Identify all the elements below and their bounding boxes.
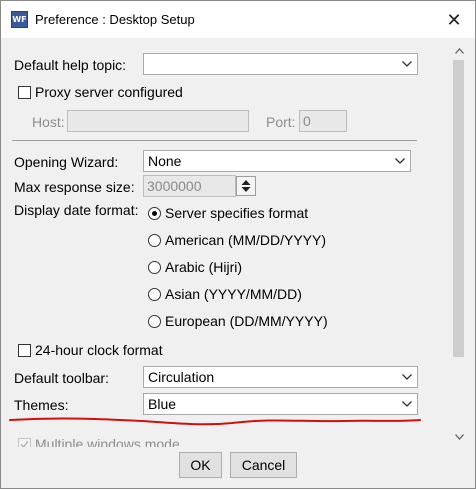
scrollbar-thumb[interactable] bbox=[453, 60, 464, 357]
red-underline-annotation bbox=[9, 417, 421, 426]
opening-wizard-value: None bbox=[148, 153, 182, 169]
port-value: 0 bbox=[303, 113, 311, 129]
host-label: Host: bbox=[32, 114, 65, 130]
display-date-format-label: Display date format: bbox=[14, 202, 139, 218]
max-response-size-value: 3000000 bbox=[147, 178, 202, 194]
radio-server-format[interactable] bbox=[148, 207, 161, 220]
radio-label-american: American (MM/DD/YYYY) bbox=[165, 232, 327, 248]
themes-label: Themes: bbox=[14, 397, 69, 413]
app-icon: WF bbox=[11, 11, 28, 28]
chevron-down-icon bbox=[397, 394, 417, 414]
default-help-topic-label: Default help topic: bbox=[14, 57, 127, 73]
close-icon[interactable]: ✕ bbox=[439, 5, 469, 35]
opening-wizard-dropdown[interactable]: None bbox=[143, 150, 411, 172]
radio-american[interactable] bbox=[148, 234, 161, 247]
themes-value: Blue bbox=[148, 396, 177, 412]
chevron-down-icon bbox=[397, 54, 417, 74]
preference-dialog: WF Preference : Desktop Setup ✕ Default … bbox=[0, 0, 476, 489]
radio-label-server-format: Server specifies format bbox=[165, 205, 309, 221]
port-label: Port: bbox=[266, 114, 296, 130]
host-input[interactable] bbox=[67, 110, 249, 132]
radio-label-european: European (DD/MM/YYYY) bbox=[165, 313, 328, 329]
radio-label-asian: Asian (YYYY/MM/DD) bbox=[165, 286, 302, 302]
vertical-scrollbar[interactable] bbox=[451, 40, 468, 447]
default-help-topic-dropdown[interactable] bbox=[143, 53, 418, 75]
multiple-windows-label: Multiple windows mode bbox=[35, 436, 180, 447]
chevron-down-icon bbox=[390, 151, 410, 171]
chevron-down-icon bbox=[397, 367, 417, 387]
radio-arabic[interactable] bbox=[148, 261, 161, 274]
radio-european[interactable] bbox=[148, 315, 161, 328]
default-toolbar-label: Default toolbar: bbox=[14, 370, 109, 386]
multiple-windows-checkbox[interactable] bbox=[18, 438, 31, 447]
port-input[interactable]: 0 bbox=[299, 110, 347, 132]
clock-24h-label: 24-hour clock format bbox=[35, 342, 163, 358]
radio-label-arabic: Arabic (Hijri) bbox=[165, 259, 242, 275]
proxy-checkbox[interactable] bbox=[18, 86, 31, 99]
proxy-label: Proxy server configured bbox=[35, 84, 183, 100]
section-divider bbox=[12, 140, 417, 141]
ok-button[interactable]: OK bbox=[179, 452, 222, 478]
title-bar: WF Preference : Desktop Setup ✕ bbox=[1, 1, 475, 39]
default-toolbar-value: Circulation bbox=[148, 369, 215, 385]
checkmark-icon bbox=[20, 441, 29, 447]
radio-asian[interactable] bbox=[148, 288, 161, 301]
clock-24h-checkbox[interactable] bbox=[18, 344, 31, 357]
spinner-arrows-icon[interactable] bbox=[236, 176, 256, 196]
opening-wizard-label: Opening Wizard: bbox=[14, 154, 119, 170]
max-response-size-label: Max response size: bbox=[14, 179, 135, 195]
cancel-button[interactable]: Cancel bbox=[230, 452, 297, 478]
scroll-down-arrow-icon[interactable] bbox=[451, 428, 468, 445]
settings-panel: Default help topic: Proxy server configu… bbox=[2, 40, 463, 447]
window-title: Preference : Desktop Setup bbox=[35, 12, 195, 27]
radio-selected-dot bbox=[152, 211, 157, 216]
default-toolbar-dropdown[interactable]: Circulation bbox=[143, 366, 418, 388]
max-response-size-input[interactable]: 3000000 bbox=[143, 175, 236, 197]
scroll-up-arrow-icon[interactable] bbox=[451, 42, 468, 59]
